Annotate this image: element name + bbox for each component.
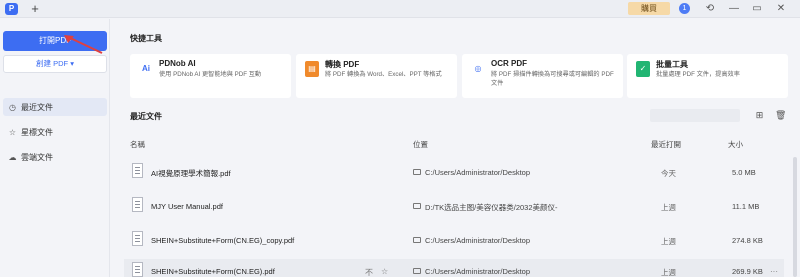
star-button[interactable]: ☆ — [381, 267, 388, 276]
tool-card-desc: 使用 PDNob AI 更智能地與 PDF 互動 — [159, 71, 262, 78]
file-size: 269.9 KB — [732, 267, 763, 276]
refresh-icon[interactable]: ⟲ — [703, 1, 717, 17]
ocr-icon: ◎ — [471, 61, 485, 77]
folder-icon — [413, 268, 421, 274]
notification-badge[interactable]: 1 — [679, 3, 690, 14]
file-last-opened: 上週 — [661, 268, 676, 277]
file-path: C:/Users/Administrator/Desktop — [425, 168, 531, 177]
file-name: MJY User Manual.pdf — [151, 202, 223, 211]
tool-card-ocr-pdf[interactable]: ◎ OCR PDF 將 PDF 掃描件轉換為可搜尋或可編輯的 PDF 文件 — [462, 54, 623, 98]
minimize-icon[interactable]: — — [727, 1, 741, 17]
tool-card-title: PDNob AI — [159, 59, 196, 68]
tool-card-convert-pdf[interactable]: ▤ 轉換 PDF 將 PDF 轉換為 Word、Excel、PPT 等格式 — [296, 54, 457, 98]
file-size: 274.8 KB — [732, 236, 763, 245]
convert-icon: ▤ — [305, 61, 319, 77]
app-logo: P — [5, 3, 18, 15]
column-name[interactable]: 名稱 — [130, 139, 145, 150]
table-row[interactable]: MJY User Manual.pdf D:/TK选品主图/美容仪器类/2032… — [124, 194, 784, 218]
title-bar: P + 購買 1 ⟲ — ▭ ✕ — [0, 0, 800, 18]
column-size[interactable]: 大小 — [728, 139, 743, 150]
search-input[interactable] — [650, 109, 740, 122]
trash-icon[interactable]: 🗑 — [775, 109, 786, 121]
file-last-opened: 上週 — [661, 203, 676, 212]
pdf-file-icon — [132, 231, 143, 246]
grid-view-icon[interactable]: ⊞ — [754, 109, 765, 121]
sidebar-item-label: 星標文件 — [21, 127, 53, 137]
table-row[interactable]: SHEIN+Substitute+Form(CN.EG)_copy.pdf C:… — [124, 228, 784, 252]
table-row[interactable]: SHEIN+Substitute+Form(CN.EG).pdf 不 ☆ C:/… — [124, 259, 784, 277]
folder-icon — [413, 203, 421, 209]
sidebar-item-label: 雲端文件 — [21, 152, 53, 162]
file-size: 5.0 MB — [732, 168, 756, 177]
main-panel: 快捷工具 Ai PDNob AI 使用 PDNob AI 更智能地與 PDF 互… — [111, 19, 800, 277]
tool-card-desc: 批量處理 PDF 文件，提高效率 — [656, 71, 740, 78]
quick-tools-title: 快捷工具 — [130, 34, 162, 43]
file-name: SHEIN+Substitute+Form(CN.EG)_copy.pdf — [151, 236, 295, 245]
pdf-file-icon — [132, 262, 143, 277]
clock-icon: ◷ — [9, 102, 16, 112]
file-name: SHEIN+Substitute+Form(CN.EG).pdf — [151, 267, 275, 276]
annotation-arrow — [64, 35, 103, 54]
tool-card-pdnob-ai[interactable]: Ai PDNob AI 使用 PDNob AI 更智能地與 PDF 互動 — [130, 54, 291, 98]
file-path: C:/Users/Administrator/Desktop — [425, 267, 531, 276]
sidebar-item-starred[interactable]: ☆ 星標文件 — [3, 123, 107, 141]
tool-card-desc: 將 PDF 轉換為 Word、Excel、PPT 等格式 — [325, 71, 442, 78]
sidebar-item-cloud[interactable]: ☁ 雲端文件 — [3, 148, 107, 166]
batch-icon: ✓ — [636, 61, 650, 77]
file-name: AI視覺原理學术簡報.pdf — [151, 169, 231, 178]
ai-icon: Ai — [139, 61, 153, 77]
file-last-opened: 今天 — [661, 169, 676, 178]
file-path: C:/Users/Administrator/Desktop — [425, 236, 531, 245]
sidebar-item-recent[interactable]: ◷ 最近文件 — [3, 98, 107, 116]
tool-card-title: 批量工具 — [656, 60, 688, 69]
table-row[interactable]: AI視覺原理學术簡報.pdf C:/Users/Administrator/De… — [124, 160, 784, 184]
tool-card-title: 轉換 PDF — [325, 60, 360, 69]
star-icon: ☆ — [8, 127, 17, 137]
folder-icon — [413, 237, 421, 243]
tool-card-batch-tools[interactable]: ✓ 批量工具 批量處理 PDF 文件，提高效率 — [627, 54, 788, 98]
tool-card-title: OCR PDF — [491, 59, 527, 68]
recent-files-title: 最近文件 — [130, 112, 162, 121]
sidebar: 打開PDF 創建 PDF ▾ ◷ 最近文件 ☆ 星標文件 ☁ 雲端文件 — [0, 19, 110, 277]
buy-button[interactable]: 購買 — [628, 2, 670, 15]
file-path: D:/TK选品主图/美容仪器类/2032美颜仪- — [425, 203, 558, 212]
folder-icon — [413, 169, 421, 175]
file-size: 11.1 MB — [732, 202, 760, 211]
tool-card-desc: 將 PDF 掃描件轉換為可搜尋或可編輯的 PDF 文件 — [491, 71, 614, 87]
sidebar-item-label: 最近文件 — [21, 102, 53, 112]
scrollbar[interactable] — [793, 157, 797, 277]
new-tab-button[interactable]: + — [28, 1, 42, 17]
pdf-file-icon — [132, 163, 143, 178]
create-pdf-button[interactable]: 創建 PDF ▾ — [3, 55, 107, 73]
cloud-icon: ☁ — [8, 152, 17, 162]
pin-button[interactable]: 不 — [365, 267, 373, 277]
close-icon[interactable]: ✕ — [774, 1, 788, 17]
column-last-opened[interactable]: 最近打開 — [651, 139, 681, 150]
file-last-opened: 上週 — [661, 237, 676, 246]
column-location[interactable]: 位置 — [413, 139, 428, 150]
maximize-icon[interactable]: ▭ — [750, 1, 764, 17]
more-button[interactable]: ··· — [770, 267, 778, 276]
pdf-file-icon — [132, 197, 143, 212]
